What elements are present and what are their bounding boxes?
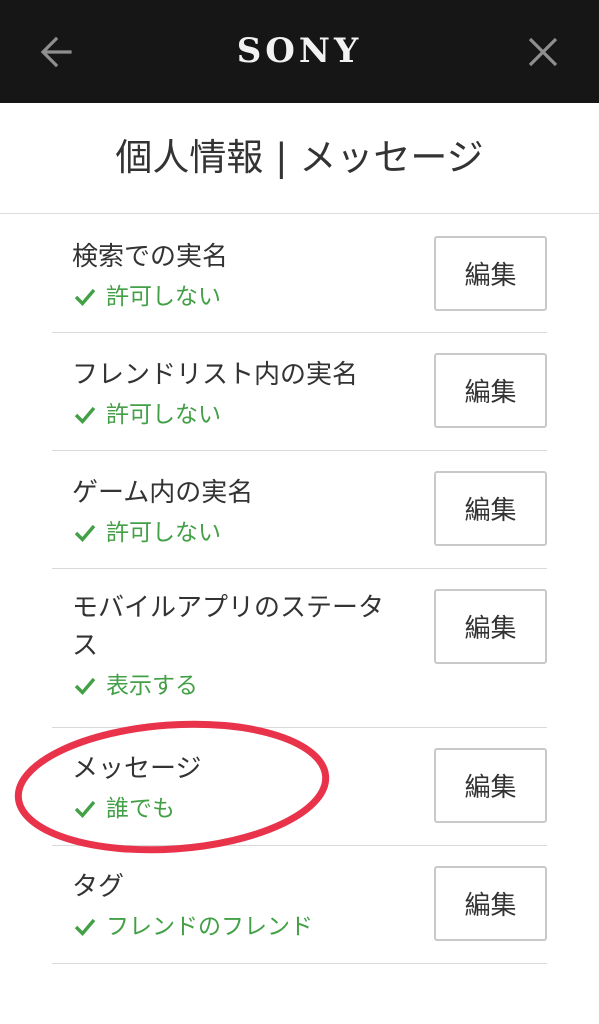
setting-label: タグ bbox=[72, 872, 125, 902]
edit-button[interactable]: 編集 bbox=[434, 236, 547, 311]
setting-row-mobile-app-status: モバイルアプリのステータス 表示する 編集 bbox=[52, 569, 547, 728]
setting-status-text: 許可しない bbox=[106, 520, 221, 546]
setting-status: 表示する bbox=[72, 668, 402, 704]
check-icon bbox=[74, 918, 96, 937]
check-icon bbox=[74, 524, 96, 543]
setting-status: 許可しない bbox=[72, 279, 402, 315]
check-icon bbox=[74, 406, 96, 425]
setting-label: フレンドリスト内の実名 bbox=[72, 360, 359, 390]
setting-label: モバイルアプリのステータス bbox=[72, 593, 385, 661]
check-icon bbox=[74, 677, 96, 696]
setting-status-text: 表示する bbox=[106, 673, 198, 699]
setting-status: フレンドのフレンド bbox=[72, 909, 402, 945]
setting-row-tags: タグ フレンドのフレンド 編集 bbox=[52, 846, 547, 964]
setting-label: メッセージ bbox=[72, 754, 202, 784]
edit-button[interactable]: 編集 bbox=[434, 589, 547, 664]
setting-row-ingame-real-name: ゲーム内の実名 許可しない 編集 bbox=[52, 451, 547, 569]
setting-status-text: 誰でも bbox=[106, 796, 175, 822]
setting-row-messages: メッセージ 誰でも 編集 bbox=[52, 728, 547, 846]
setting-status: 誰でも bbox=[72, 791, 402, 827]
edit-button[interactable]: 編集 bbox=[434, 471, 547, 546]
sony-logo: SONY bbox=[236, 31, 363, 71]
setting-label: 検索での実名 bbox=[72, 242, 229, 272]
edit-button[interactable]: 編集 bbox=[434, 866, 547, 941]
settings-list: 検索での実名 許可しない 編集 フレンドリスト内の実名 許可しない 編集 ゲーム… bbox=[52, 214, 547, 964]
setting-status-text: 許可しない bbox=[106, 402, 221, 428]
setting-status-text: 許可しない bbox=[106, 284, 221, 310]
setting-status: 許可しない bbox=[72, 515, 402, 551]
edit-button[interactable]: 編集 bbox=[434, 748, 547, 823]
check-icon bbox=[74, 288, 96, 307]
page-title: 個人情報 | メッセージ bbox=[115, 136, 484, 179]
setting-label: ゲーム内の実名 bbox=[72, 478, 254, 508]
setting-status: 許可しない bbox=[72, 397, 402, 433]
close-icon bbox=[528, 37, 558, 67]
check-icon bbox=[74, 800, 96, 819]
top-bar: SONY bbox=[0, 0, 599, 103]
setting-row-search-real-name: 検索での実名 許可しない 編集 bbox=[52, 214, 547, 333]
edit-button[interactable]: 編集 bbox=[434, 353, 547, 428]
close-button[interactable] bbox=[517, 26, 569, 78]
setting-status-text: フレンドのフレンド bbox=[106, 914, 313, 940]
setting-row-friendlist-real-name: フレンドリスト内の実名 許可しない 編集 bbox=[52, 333, 547, 451]
